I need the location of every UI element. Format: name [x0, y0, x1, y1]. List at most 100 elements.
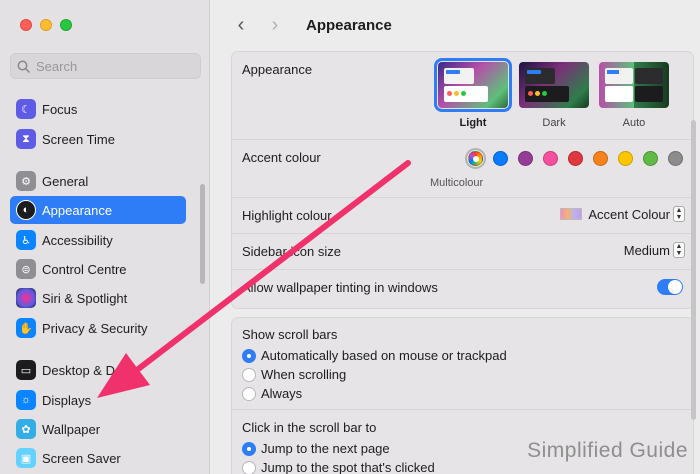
auto-mode-thumbnail[interactable] [599, 62, 669, 108]
accent-swatch-pink[interactable] [543, 151, 558, 166]
radio-button[interactable] [242, 460, 256, 474]
sidebar-item-label: Siri & Spotlight [42, 290, 128, 306]
sidebar-item-appearance[interactable]: ◐ Appearance [10, 196, 186, 224]
appearance-label: Appearance [242, 62, 313, 77]
highlight-colour-swatch [560, 208, 583, 220]
popup-chevron-icon: ▲ ▼ [673, 206, 685, 222]
flower-icon: ✿ [16, 419, 36, 439]
screensaver-icon: ▣ [16, 448, 36, 468]
sidebar-icon-size-popup[interactable]: Medium ▲ ▼ [624, 242, 685, 258]
highlight-colour-label: Highlight colour [242, 208, 332, 223]
appearance-option-auto[interactable]: Auto [597, 62, 671, 129]
sidebar-item-screen-saver[interactable]: ▣ Screen Saver [10, 444, 186, 472]
sidebar-item-siri-spotlight[interactable]: Siri & Spotlight [10, 284, 186, 312]
scroll-bars-option-always[interactable]: Always [242, 384, 507, 403]
sidebar-icon-size-label: Sidebar icon size [242, 244, 341, 259]
sidebar-item-screen-time[interactable]: ⧗ Screen Time [10, 125, 186, 153]
main-content: ‹ › Appearance Appearance Light Dark Aut… [210, 0, 700, 474]
radio-button-selected[interactable] [242, 348, 256, 363]
radio-label: When scrolling [261, 367, 347, 382]
moon-icon: ☾ [16, 99, 36, 119]
scroll-bars-option-automatic[interactable]: Automatically based on mouse or trackpad [242, 346, 507, 365]
sidebar-item-label: General [42, 173, 89, 189]
window-controls [20, 19, 72, 31]
hourglass-icon: ⧗ [16, 129, 36, 149]
sidebar: ☾ Focus ⧗ Screen Time ⚙ General ◐ Appear… [0, 0, 210, 474]
radio-label: Jump to the next page [261, 441, 390, 456]
appearance-option-dark[interactable]: Dark [517, 62, 591, 129]
watermark: Simplified Guide [527, 439, 688, 462]
click-scroll-bar-label: Click in the scroll bar to [242, 420, 377, 435]
accent-swatch-graphite[interactable] [668, 151, 683, 166]
sidebar-item-wallpaper[interactable]: ✿ Wallpaper [10, 415, 186, 443]
show-scroll-bars-row: Show scroll bars Automatically based on … [232, 318, 693, 410]
system-settings-window: ☾ Focus ⧗ Screen Time ⚙ General ◐ Appear… [0, 0, 700, 474]
close-button[interactable] [20, 19, 32, 31]
scroll-bars-option-when-scrolling[interactable]: When scrolling [242, 365, 507, 384]
show-scroll-bars-label: Show scroll bars [242, 327, 338, 342]
sidebar-item-privacy-security[interactable]: ✋ Privacy & Security [10, 314, 186, 342]
sidebar-item-label: Screen Time [42, 131, 115, 147]
sidebar-item-general[interactable]: ⚙ General [10, 167, 186, 195]
sidebar-item-desktop-dock[interactable]: ▭ Desktop & Dock [10, 356, 186, 384]
search-field[interactable] [10, 53, 201, 79]
accent-swatch-red[interactable] [568, 151, 583, 166]
appearance-option-label: Auto [622, 117, 646, 129]
hand-icon: ✋ [16, 318, 36, 338]
accent-swatch-yellow[interactable] [618, 151, 633, 166]
dock-icon: ▭ [16, 360, 36, 380]
wallpaper-tinting-toggle[interactable] [657, 279, 683, 295]
zoom-button[interactable] [60, 19, 72, 31]
sidebar-item-label: Screen Saver [42, 450, 121, 466]
accent-swatch-purple[interactable] [518, 151, 533, 166]
radio-button-selected[interactable] [242, 441, 256, 456]
sidebar-item-label: Focus [42, 101, 78, 117]
accent-swatch-orange[interactable] [593, 151, 608, 166]
radio-label: Automatically based on mouse or trackpad [261, 348, 507, 363]
appearance-option-light[interactable]: Light [434, 58, 512, 129]
radio-label: Jump to the spot that's clicked [261, 460, 435, 474]
sidebar-item-accessibility[interactable]: ♿ Accessibility [10, 226, 186, 254]
sidebar-icon-size-value: Medium [623, 242, 670, 258]
click-scroll-option-spot-clicked[interactable]: Jump to the spot that's clicked [242, 458, 435, 474]
appearance-icon: ◐ [16, 200, 36, 220]
click-scroll-option-next-page[interactable]: Jump to the next page [242, 439, 435, 458]
sidebar-item-label: Desktop & Dock [42, 362, 136, 378]
accent-colour-swatches [465, 148, 683, 169]
appearance-row: Appearance Light Dark Auto [232, 52, 693, 140]
sidebar-item-focus[interactable]: ☾ Focus [10, 95, 186, 123]
sidebar-item-label: Displays [42, 392, 92, 408]
highlight-colour-popup[interactable]: Accent Colour ▲ ▼ [560, 206, 685, 222]
search-input[interactable] [36, 58, 186, 74]
accessibility-icon: ♿ [16, 230, 36, 250]
sidebar-scrollbar[interactable] [200, 184, 205, 284]
sidebar-item-label: Accessibility [42, 232, 113, 248]
page-title: Appearance [306, 16, 392, 34]
forward-button[interactable]: › [264, 14, 286, 36]
highlight-colour-value: Accent Colour [588, 206, 670, 222]
popup-chevron-icon: ▲ ▼ [673, 242, 685, 258]
accent-swatch-multicolour[interactable] [465, 148, 486, 169]
accent-colour-label: Accent colour [242, 150, 321, 165]
back-button[interactable]: ‹ [230, 14, 252, 36]
wallpaper-tinting-row: Allow wallpaper tinting in windows [232, 270, 693, 306]
appearance-option-label: Dark [542, 117, 566, 129]
highlight-colour-row: Highlight colour Accent Colour ▲ ▼ [232, 198, 693, 234]
accent-selected-name: Multicolour [430, 177, 484, 189]
appearance-option-label: Light [459, 117, 487, 129]
wallpaper-tinting-label: Allow wallpaper tinting in windows [242, 280, 438, 295]
radio-button[interactable] [242, 367, 256, 382]
accent-colour-row: Accent colour Multicolour [232, 140, 693, 198]
sidebar-item-displays[interactable]: ☼ Displays [10, 386, 186, 414]
light-mode-thumbnail[interactable] [434, 58, 512, 112]
minimize-button[interactable] [40, 19, 52, 31]
sidebar-item-control-centre[interactable]: ⊜ Control Centre [10, 255, 186, 283]
sun-icon: ☼ [16, 390, 36, 410]
dark-mode-thumbnail[interactable] [519, 62, 589, 108]
sidebar-item-label: Wallpaper [42, 421, 101, 437]
toolbar: ‹ › Appearance [210, 0, 700, 50]
accent-swatch-green[interactable] [643, 151, 658, 166]
main-scrollbar[interactable] [691, 120, 696, 420]
accent-swatch-blue[interactable] [493, 151, 508, 166]
radio-button[interactable] [242, 386, 256, 401]
